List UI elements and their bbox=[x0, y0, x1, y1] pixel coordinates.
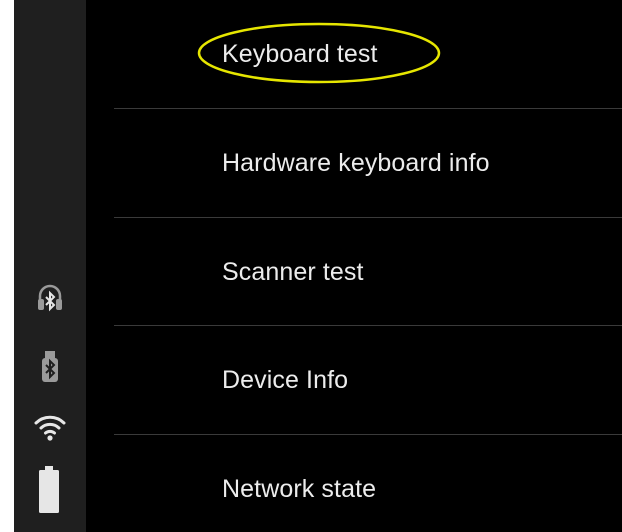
status-bar bbox=[14, 0, 86, 532]
menu-item-scanner-test[interactable]: Scanner test bbox=[86, 218, 622, 326]
highlight-ellipse bbox=[196, 21, 442, 85]
menu-item-network-state[interactable]: Network state bbox=[86, 435, 622, 532]
wifi-icon bbox=[34, 412, 66, 442]
battery-icon bbox=[38, 466, 60, 514]
bluetooth-usb-icon bbox=[36, 350, 64, 384]
settings-menu: Keyboard test Hardware keyboard info Sca… bbox=[86, 0, 622, 532]
menu-item-device-info[interactable]: Device Info bbox=[86, 326, 622, 434]
menu-item-hardware-keyboard-info[interactable]: Hardware keyboard info bbox=[86, 109, 622, 217]
device-screen: Keyboard test Hardware keyboard info Sca… bbox=[14, 0, 622, 532]
menu-item-label: Scanner test bbox=[222, 258, 364, 286]
menu-item-label: Hardware keyboard info bbox=[222, 149, 490, 177]
menu-item-label: Network state bbox=[222, 475, 377, 503]
bluetooth-headset-icon bbox=[36, 282, 64, 316]
menu-item-label: Device Info bbox=[222, 366, 349, 394]
